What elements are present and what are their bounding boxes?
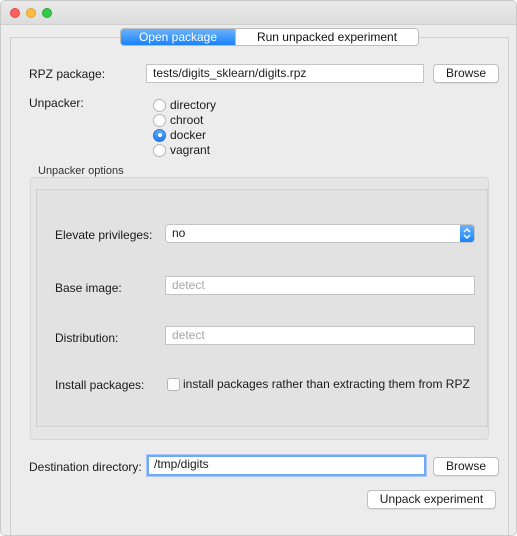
title-bar bbox=[1, 1, 516, 25]
radio-vagrant[interactable]: vagrant bbox=[153, 143, 210, 157]
unpack-experiment-button[interactable]: Unpack experiment bbox=[367, 490, 496, 509]
radio-chroot[interactable]: chroot bbox=[153, 113, 203, 127]
unpacker-options-title: Unpacker options bbox=[38, 165, 124, 177]
tab-bar: Open package Run unpacked experiment bbox=[120, 28, 419, 46]
install-packages-checkbox[interactable] bbox=[167, 378, 180, 391]
elevate-privileges-label: Elevate privileges: bbox=[55, 228, 153, 242]
destination-browse-button[interactable]: Browse bbox=[433, 457, 499, 476]
install-packages-label: Install packages: bbox=[55, 378, 145, 392]
radio-vagrant-button[interactable] bbox=[153, 143, 166, 157]
radio-directory-button[interactable] bbox=[153, 98, 166, 112]
radio-directory[interactable]: directory bbox=[153, 98, 216, 112]
chevron-updown-icon[interactable] bbox=[460, 225, 474, 242]
base-image-label: Base image: bbox=[55, 281, 122, 295]
elevate-privileges-select[interactable]: no bbox=[165, 224, 475, 243]
radio-chroot-button[interactable] bbox=[153, 113, 166, 127]
radio-directory-label: directory bbox=[170, 98, 217, 112]
maximize-icon[interactable] bbox=[42, 8, 52, 18]
rpz-browse-button[interactable]: Browse bbox=[433, 64, 499, 83]
install-packages-checkbox-label[interactable]: install packages rather than extracting … bbox=[183, 377, 470, 391]
close-icon[interactable] bbox=[10, 8, 20, 18]
rpz-package-label: RPZ package: bbox=[29, 67, 106, 81]
app-window: Open package Run unpacked experiment RPZ… bbox=[0, 0, 517, 536]
base-image-field[interactable]: detect bbox=[165, 276, 475, 295]
distribution-label: Distribution: bbox=[55, 331, 119, 345]
radio-docker-label: docker bbox=[170, 128, 207, 142]
destination-directory-field[interactable]: /tmp/digits bbox=[147, 455, 426, 476]
minimize-icon[interactable] bbox=[26, 8, 36, 18]
distribution-field[interactable]: detect bbox=[165, 326, 475, 345]
unpacker-label: Unpacker: bbox=[29, 96, 84, 110]
radio-docker-button[interactable] bbox=[153, 128, 166, 142]
radio-chroot-label: chroot bbox=[170, 113, 204, 127]
elevate-privileges-value: no bbox=[172, 226, 186, 240]
destination-directory-label: Destination directory: bbox=[29, 460, 142, 474]
radio-vagrant-label: vagrant bbox=[170, 143, 211, 157]
tab-open-package[interactable]: Open package bbox=[121, 29, 235, 45]
rpz-package-field[interactable]: tests/digits_sklearn/digits.rpz bbox=[146, 64, 424, 83]
tab-run-unpacked-experiment[interactable]: Run unpacked experiment bbox=[235, 29, 418, 45]
radio-docker[interactable]: docker bbox=[153, 128, 206, 142]
